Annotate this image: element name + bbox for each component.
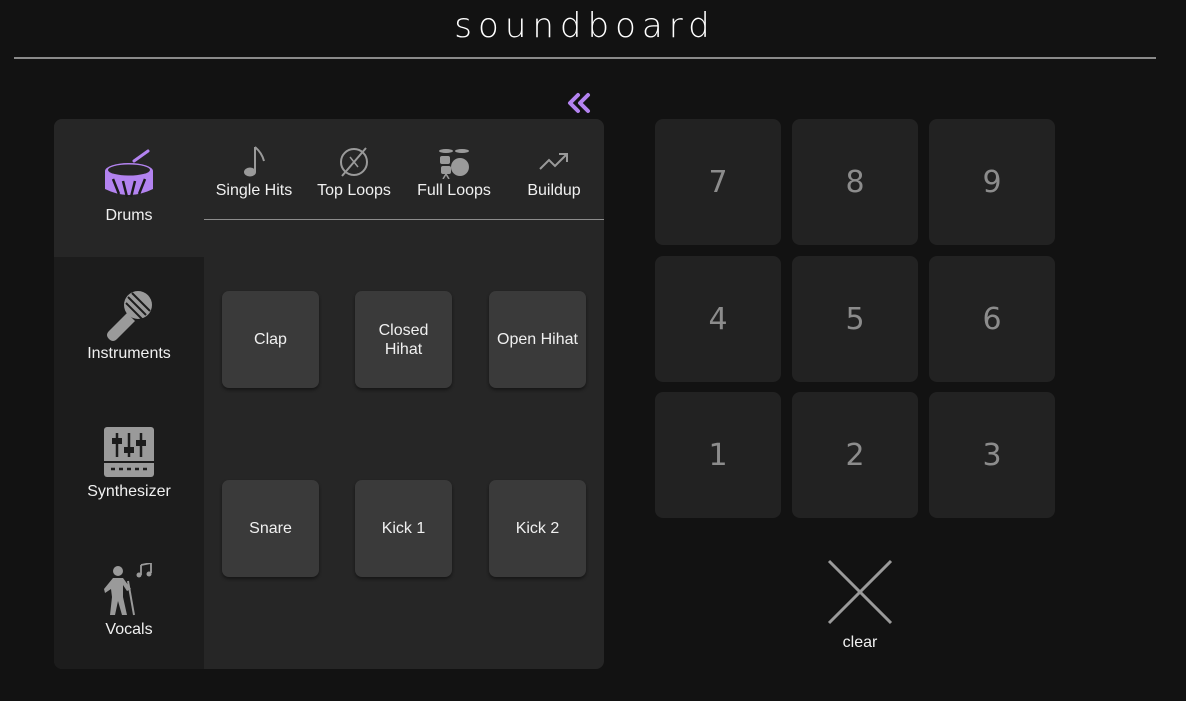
tab-full-loops[interactable]: Full Loops: [404, 119, 504, 219]
clear-label: clear: [842, 634, 878, 651]
sidebar-item-label: Instruments: [87, 345, 171, 362]
trending-up-icon: [539, 153, 568, 170]
keypad-key-9[interactable]: 9: [929, 119, 1055, 245]
tab-label: Full Loops: [417, 182, 491, 199]
page-title: soundboard: [454, 6, 716, 46]
mixer-sliders-icon: [104, 427, 154, 477]
microphone-icon: [107, 291, 152, 341]
title-divider: [14, 57, 1156, 59]
sound-pad-closed-hihat[interactable]: Closed Hihat: [355, 291, 452, 388]
sidebar-item-label: Drums: [105, 207, 153, 224]
sound-pad-snare[interactable]: Snare: [222, 480, 319, 577]
keypad-key-1[interactable]: 1: [655, 392, 781, 518]
sound-pad-kick-2[interactable]: Kick 2: [489, 480, 586, 577]
keypad-key-6[interactable]: 6: [929, 256, 1055, 382]
double-chevron-left-icon: [568, 93, 590, 113]
keypad-key-4[interactable]: 4: [655, 256, 781, 382]
sidebar-item-label: Synthesizer: [87, 483, 171, 500]
category-sidebar: Drums Instruments Synthesizer Vocals: [54, 119, 204, 669]
tab-buildup[interactable]: Buildup: [504, 119, 604, 219]
drum-icon: [105, 149, 153, 198]
tab-label: Top Loops: [317, 182, 391, 199]
sound-pad-clap[interactable]: Clap: [222, 291, 319, 388]
tab-label: Buildup: [527, 182, 581, 199]
sound-type-tabs: Single Hits Top Loops Full Loops Buildup: [204, 119, 604, 220]
sidebar-item-vocals[interactable]: Vocals: [54, 533, 204, 669]
close-icon: [827, 559, 893, 625]
clear-button[interactable]: clear: [820, 555, 900, 655]
keypad-key-2[interactable]: 2: [792, 392, 918, 518]
keypad-key-3[interactable]: 3: [929, 392, 1055, 518]
soundboard-page: soundboard Drums Instruments Synthesizer…: [0, 0, 1186, 701]
music-note-icon: [244, 146, 265, 177]
keypad-key-8[interactable]: 8: [792, 119, 918, 245]
tab-single-hits[interactable]: Single Hits: [204, 119, 304, 219]
sound-pad-open-hihat[interactable]: Open Hihat: [489, 291, 586, 388]
sound-pad-kick-1[interactable]: Kick 1: [355, 480, 452, 577]
cymbal-icon: [340, 147, 368, 177]
drum-kit-icon: [439, 149, 469, 179]
collapse-panel-button[interactable]: [565, 90, 593, 116]
sidebar-item-instruments[interactable]: Instruments: [54, 257, 204, 395]
sidebar-item-synthesizer[interactable]: Synthesizer: [54, 395, 204, 533]
sidebar-item-drums[interactable]: Drums: [54, 119, 204, 257]
keypad-key-7[interactable]: 7: [655, 119, 781, 245]
singer-icon: [104, 563, 152, 616]
tab-label: Single Hits: [215, 182, 293, 199]
sound-panel: Drums Instruments Synthesizer Vocals Sin…: [54, 119, 604, 669]
keypad-key-5[interactable]: 5: [792, 256, 918, 382]
tab-top-loops[interactable]: Top Loops: [304, 119, 404, 219]
sidebar-item-label: Vocals: [105, 621, 153, 638]
